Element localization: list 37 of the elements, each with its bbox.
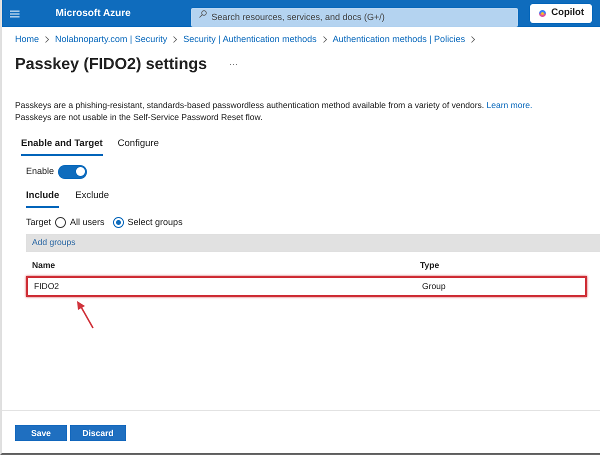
more-button[interactable]: ··· bbox=[229, 58, 238, 72]
breadcrumb-link[interactable]: Home bbox=[15, 33, 40, 46]
save-button[interactable]: Save bbox=[15, 425, 67, 441]
brand-name[interactable]: Microsoft Azure bbox=[56, 6, 180, 21]
column-header: Name bbox=[32, 258, 56, 272]
search-icon bbox=[199, 10, 208, 18]
tab[interactable]: Include bbox=[26, 188, 60, 208]
breadcrumb-link[interactable]: Authentication methods | Policies bbox=[332, 33, 466, 46]
enable-toggle[interactable] bbox=[58, 164, 88, 179]
table-row[interactable]: FIDO2 Group bbox=[26, 276, 587, 298]
breadcrumb-link[interactable]: Security | Authentication methods bbox=[183, 33, 317, 46]
radio-option[interactable]: Select groups bbox=[112, 216, 183, 230]
search-field[interactable]: Search resources, services, and docs (G+/) bbox=[191, 8, 518, 26]
chevron-icon bbox=[322, 36, 327, 44]
breadcrumb-link[interactable]: Nolabnoparty.com | Security bbox=[55, 33, 168, 46]
radio-option[interactable]: All users bbox=[55, 216, 105, 230]
column-header: Type bbox=[420, 258, 440, 272]
tab[interactable]: Exclude bbox=[75, 188, 110, 208]
table-cell-text: FIDO2 bbox=[34, 280, 60, 294]
copilot-icon bbox=[538, 9, 548, 18]
target-label: Target bbox=[26, 216, 52, 229]
chevron-icon bbox=[173, 36, 178, 44]
menu-icon[interactable] bbox=[10, 10, 20, 18]
add-groups-button[interactable]: Add groups bbox=[32, 236, 76, 249]
copilot-button[interactable]: Copilot bbox=[530, 4, 592, 23]
enable-label: Enable bbox=[26, 165, 54, 178]
discard-button[interactable]: Discard bbox=[70, 425, 126, 441]
tab[interactable]: Configure bbox=[118, 136, 159, 156]
chevron-icon bbox=[471, 36, 476, 44]
description: Passkeys are a phishing-resistant, standards-based passwordless authentication method available from a variety of vendors. Learn more. bbox=[15, 98, 534, 110]
annotation-arrow bbox=[76, 301, 96, 330]
learn-more-link[interactable]: Learn more. bbox=[486, 100, 532, 110]
page-title: Passkey (FIDO2) settings bbox=[15, 54, 208, 74]
tab[interactable]: Enable and Target bbox=[21, 136, 103, 156]
description-note: Passkeys are not usable in the Self-Service Password Reset flow. bbox=[15, 110, 264, 122]
table-cell: Group bbox=[422, 280, 446, 294]
chevron-icon bbox=[45, 36, 50, 44]
